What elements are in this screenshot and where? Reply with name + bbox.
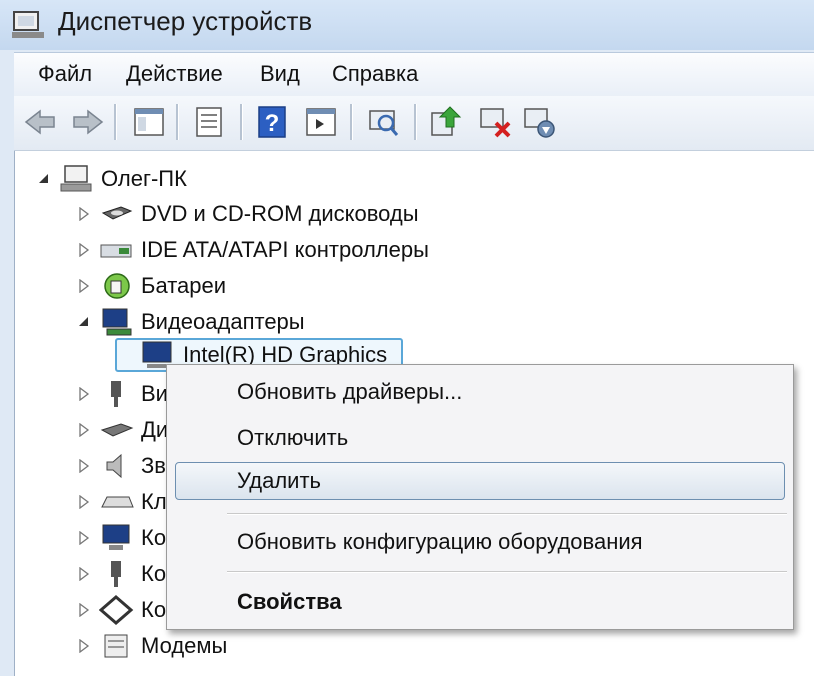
keyboard-icon — [101, 496, 134, 508]
toolbar: ? — [14, 96, 814, 151]
back-icon[interactable] — [22, 103, 60, 141]
title-bar: Диспетчер устройств — [0, 0, 814, 50]
usb-plug-icon — [111, 381, 121, 407]
tree-item-label: Модемы — [141, 633, 228, 658]
tree-item-label: Батареи — [141, 273, 227, 298]
tree-item-partial[interactable]: Ви — [77, 378, 168, 410]
tree-item-dvd[interactable]: DVD и CD-ROM дисководы — [77, 198, 419, 230]
tree-item-modems[interactable]: Модемы — [77, 630, 227, 662]
disable-device-icon[interactable] — [476, 103, 514, 141]
display-adapter-icon — [102, 308, 132, 336]
tree-item-display-adapters[interactable]: Видеоадаптеры — [77, 306, 305, 338]
menu-file[interactable]: Файл — [38, 61, 92, 87]
menu-item-uninstall[interactable]: Удалить — [237, 468, 321, 494]
tree-root[interactable]: Олег-ПК — [37, 163, 187, 195]
properties-window-icon[interactable] — [130, 103, 168, 141]
expanded-arrow-icon[interactable] — [37, 172, 51, 186]
tree-item-partial[interactable]: Кл — [77, 486, 167, 518]
tree-item-partial[interactable]: Ко — [77, 558, 166, 590]
collapsed-arrow-icon[interactable] — [77, 603, 91, 617]
tree-item-label: Ви — [141, 381, 168, 406]
tree-item-partial[interactable]: Ко — [77, 522, 166, 554]
menu-view[interactable]: Вид — [260, 61, 300, 87]
tree-item-partial[interactable]: Зв — [77, 450, 166, 482]
tree-item-battery[interactable]: Батареи — [77, 270, 226, 302]
forward-icon[interactable] — [68, 103, 106, 141]
collapsed-arrow-icon[interactable] — [77, 495, 91, 509]
menu-item-scan-hardware[interactable]: Обновить конфигурацию оборудования — [237, 529, 643, 555]
tree-item-ide[interactable]: IDE ATA/ATAPI контроллеры — [77, 234, 429, 266]
device-manager-icon — [12, 11, 44, 38]
collapsed-arrow-icon[interactable] — [77, 531, 91, 545]
tree-item-label: Ко — [141, 597, 167, 622]
panel-view-icon[interactable] — [302, 103, 340, 141]
tree-item-label: IDE ATA/ATAPI контроллеры — [141, 237, 429, 262]
collapsed-arrow-icon[interactable] — [77, 387, 91, 401]
tree-item-label: Кл — [141, 489, 167, 514]
tree-item-label: Ди — [141, 417, 169, 442]
collapsed-arrow-icon[interactable] — [77, 459, 91, 473]
tree-item-label: Зв — [141, 453, 166, 478]
ide-controller-icon — [100, 244, 132, 258]
context-menu: Обновить драйверы... Отключить Удалить О… — [166, 364, 794, 630]
toolbar-separator — [176, 104, 179, 140]
tree-item-label: Ко — [141, 561, 167, 586]
toolbar-separator — [240, 104, 243, 140]
menu-bar: Файл Действие Вид Справка — [14, 52, 814, 97]
battery-icon — [104, 273, 130, 299]
dvd-drive-icon — [101, 206, 133, 220]
disk-drive-icon — [100, 423, 134, 437]
uninstall-device-icon[interactable] — [520, 103, 558, 141]
menu-help[interactable]: Справка — [332, 61, 418, 87]
menu-item-properties[interactable]: Свойства — [237, 589, 342, 615]
list-view-icon[interactable] — [190, 103, 228, 141]
tree-item-partial[interactable]: Ди — [77, 414, 168, 446]
computer-icon — [60, 165, 92, 192]
expanded-arrow-icon[interactable] — [77, 315, 91, 329]
modem-icon — [104, 634, 128, 658]
collapsed-arrow-icon[interactable] — [77, 639, 91, 653]
menu-separator — [227, 513, 787, 515]
tree-item-label: Ко — [141, 525, 167, 550]
tree-item-label: DVD и CD-ROM дисководы — [141, 201, 419, 226]
toolbar-separator — [350, 104, 353, 140]
usb-controller-icon — [111, 561, 121, 587]
update-driver-icon[interactable] — [426, 103, 464, 141]
tree-item-label: Видеоадаптеры — [141, 309, 305, 334]
computer-icon — [102, 524, 130, 550]
collapsed-arrow-icon[interactable] — [77, 243, 91, 257]
collapsed-arrow-icon[interactable] — [77, 567, 91, 581]
scan-hardware-icon[interactable] — [364, 103, 402, 141]
svg-text:?: ? — [265, 110, 280, 137]
toolbar-separator — [114, 104, 117, 140]
speaker-icon — [106, 453, 122, 479]
window-title: Диспетчер устройств — [58, 6, 313, 36]
tree-item-partial[interactable]: Ко — [77, 594, 166, 626]
network-icon — [99, 595, 134, 625]
collapsed-arrow-icon[interactable] — [77, 207, 91, 221]
menu-item-disable[interactable]: Отключить — [237, 425, 348, 451]
menu-item-update-drivers[interactable]: Обновить драйверы... — [237, 379, 462, 405]
collapsed-arrow-icon[interactable] — [77, 423, 91, 437]
help-icon[interactable]: ? — [254, 103, 292, 141]
menu-action[interactable]: Действие — [126, 61, 223, 87]
toolbar-separator — [414, 104, 417, 140]
menu-separator — [227, 571, 787, 573]
tree-root-label: Олег-ПК — [101, 166, 187, 191]
collapsed-arrow-icon[interactable] — [77, 279, 91, 293]
